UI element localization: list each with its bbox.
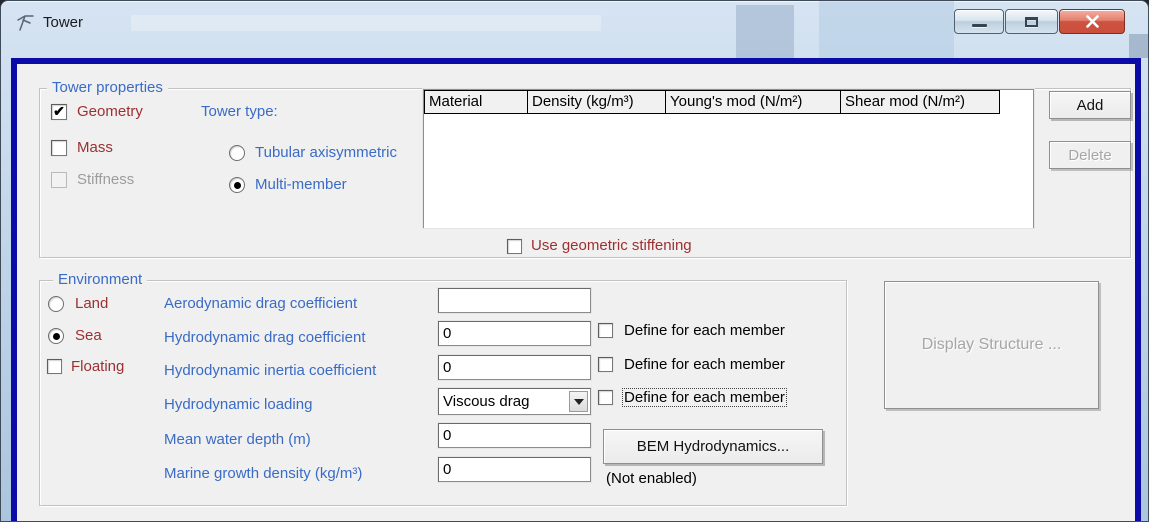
tubular-axisymmetric-radio[interactable] [229,145,245,161]
window-title: Tower [43,14,83,31]
close-button[interactable] [1059,9,1125,34]
glass-reflection [1129,34,1149,58]
define-member-hydro-loading-label: Define for each member [623,389,786,406]
tower-properties-group-label: Tower properties [47,80,168,96]
use-geometric-stiffening-checkbox[interactable] [507,239,522,254]
materials-table: Material Density (kg/m³) Young's mod (N/… [423,89,1034,228]
use-geometric-stiffening-label: Use geometric stiffening [531,237,692,254]
mass-checkbox[interactable] [51,140,67,156]
land-radio[interactable] [48,296,64,312]
chevron-down-icon[interactable] [569,391,588,412]
tower-dialog-window: Tower Tower properties Geometry Mass Sti… [0,0,1149,522]
multi-member-radio-label: Multi-member [255,176,347,193]
aero-drag-input[interactable] [438,288,591,313]
floating-checkbox[interactable] [47,359,62,374]
materials-table-header: Material Density (kg/m³) Young's mod (N/… [424,90,1033,114]
sea-radio[interactable] [48,328,64,344]
mass-checkbox-label: Mass [77,139,113,156]
tubular-axisymmetric-radio-label: Tubular axisymmetric [255,144,397,161]
bem-hydrodynamics-button[interactable]: BEM Hydrodynamics... [603,429,823,464]
maximize-button[interactable] [1005,9,1058,34]
wind-turbine-icon [14,9,38,33]
floating-checkbox-label: Floating [71,358,124,375]
geometry-checkbox-label: Geometry [77,103,143,120]
minimize-button[interactable] [954,9,1004,34]
define-member-hydro-loading-checkbox[interactable] [598,390,613,405]
column-header-density: Density (kg/m³) [527,90,666,114]
water-depth-label: Mean water depth (m) [164,431,311,448]
stiffness-checkbox-label: Stiffness [77,171,134,188]
environment-group-label: Environment [53,272,147,288]
water-depth-input[interactable] [438,423,591,448]
column-header-shear-mod: Shear mod (N/m²) [840,90,1000,114]
marine-growth-input[interactable] [438,457,591,482]
minimize-icon [972,24,987,27]
geometry-checkbox[interactable] [51,104,67,120]
stiffness-checkbox [51,172,67,188]
glass-reflection [819,1,954,58]
hydro-drag-label: Hydrodynamic drag coefficient [164,329,366,346]
multi-member-radio[interactable] [229,177,245,193]
delete-button: Delete [1049,141,1131,169]
add-button[interactable]: Add [1049,91,1131,119]
column-header-material: Material [424,90,528,114]
display-structure-button: Display Structure ... [884,281,1099,409]
materials-table-body [424,114,1033,228]
define-member-hydro-inertia-checkbox[interactable] [598,357,613,372]
define-member-hydro-drag-label: Define for each member [624,322,785,339]
column-header-youngs-mod: Young's mod (N/m²) [665,90,841,114]
hydro-loading-label: Hydrodynamic loading [164,396,312,413]
tower-type-label: Tower type: [201,103,278,120]
hydro-drag-input[interactable] [438,321,591,346]
hydro-inertia-label: Hydrodynamic inertia coefficient [164,362,376,379]
aero-drag-label: Aerodynamic drag coefficient [164,295,357,312]
hydro-loading-dropdown[interactable]: Viscous drag [438,388,591,415]
define-member-hydro-inertia-label: Define for each member [624,356,785,373]
define-member-hydro-drag-checkbox[interactable] [598,323,613,338]
maximize-icon [1025,17,1038,27]
glass-reflection [736,5,794,58]
marine-growth-label: Marine growth density (kg/m³) [164,465,362,482]
glass-reflection [131,15,601,31]
land-radio-label: Land [75,295,108,312]
sea-radio-label: Sea [75,327,102,344]
hydro-loading-selected-value: Viscous drag [441,393,569,410]
close-icon [1085,15,1100,28]
hydro-inertia-input[interactable] [438,355,591,380]
bem-status-text: (Not enabled) [606,470,697,487]
